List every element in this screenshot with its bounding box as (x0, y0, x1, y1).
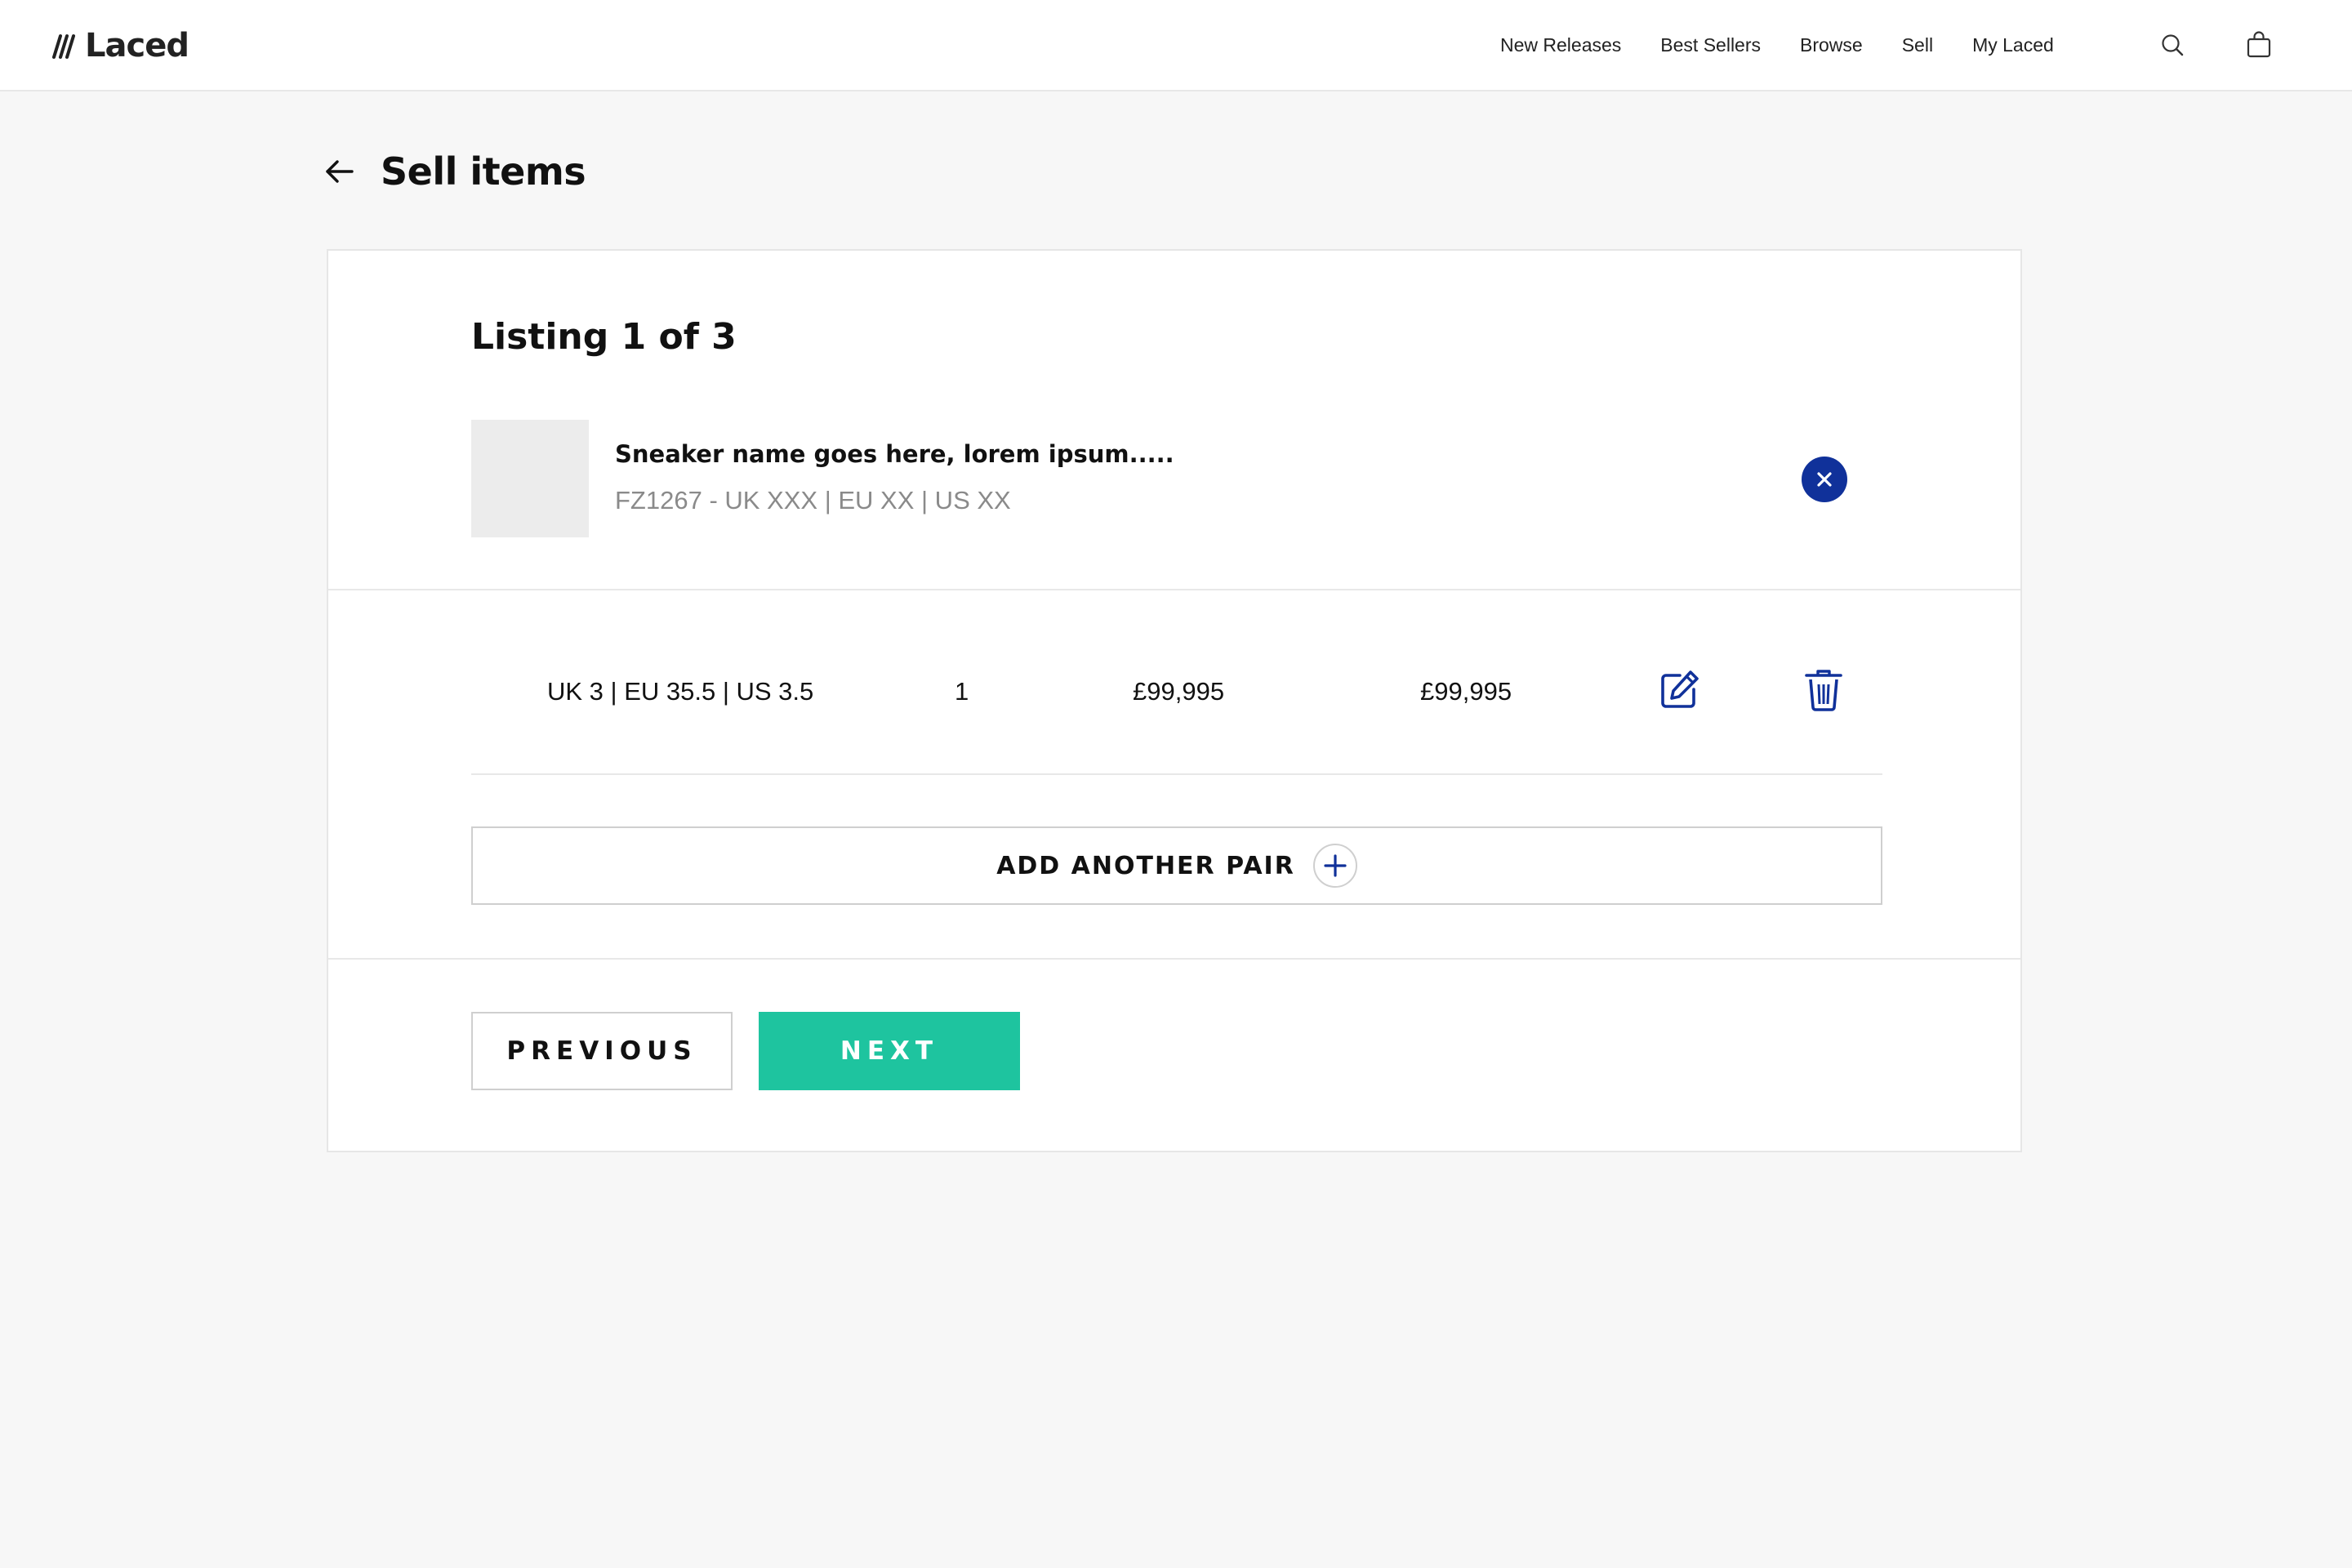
pair-quantity: 1 (955, 677, 969, 706)
divider (328, 589, 2020, 590)
product-name: Sneaker name goes here, lorem ipsum..... (615, 440, 1174, 468)
product-image (471, 420, 589, 537)
trash-icon[interactable] (1801, 667, 1846, 713)
nav-item-best-sellers[interactable]: Best Sellers (1660, 34, 1761, 56)
product-meta: FZ1267 - UK XXX | EU XX | US XX (615, 486, 1011, 514)
arrow-left-icon[interactable] (323, 155, 356, 188)
logo-text: Laced (85, 27, 189, 65)
divider (471, 773, 1882, 775)
add-another-pair-button[interactable]: ADD ANOTHER PAIR (471, 826, 1882, 905)
logo-mark-icon (52, 34, 75, 59)
pair-size: UK 3 | EU 35.5 | US 3.5 (547, 677, 814, 706)
page-title: Sell items (381, 149, 586, 194)
nav-item-my-laced[interactable]: My Laced (1972, 34, 2054, 56)
site-header: Laced New Releases Best Sellers Browse S… (0, 0, 2352, 91)
listing-card: Listing 1 of 3 Sneaker name goes here, l… (327, 249, 2022, 1152)
close-icon (1817, 472, 1832, 487)
remove-listing-button[interactable] (1802, 457, 1847, 502)
edit-icon[interactable] (1656, 667, 1702, 713)
previous-button[interactable]: PREVIOUS (471, 1012, 733, 1090)
shopping-bag-icon[interactable] (2243, 29, 2275, 61)
nav-item-sell[interactable]: Sell (1902, 34, 1933, 56)
main-nav: New Releases Best Sellers Browse Sell My… (1500, 0, 2054, 90)
plus-icon (1312, 844, 1357, 888)
add-another-pair-label: ADD ANOTHER PAIR (996, 851, 1295, 880)
next-button[interactable]: NEXT (759, 1012, 1020, 1090)
divider (328, 958, 2020, 960)
pair-total: £99,995 (1420, 677, 1512, 706)
search-icon[interactable] (2156, 29, 2189, 61)
laced-logo[interactable]: Laced (51, 23, 189, 69)
pair-price: £99,995 (1133, 677, 1225, 706)
nav-item-new-releases[interactable]: New Releases (1500, 34, 1621, 56)
nav-item-browse[interactable]: Browse (1800, 34, 1863, 56)
listing-heading: Listing 1 of 3 (471, 316, 737, 358)
pair-row: UK 3 | EU 35.5 | US 3.5 1 £99,995 £99,99… (328, 667, 2020, 716)
page-title-row: Sell items (323, 145, 586, 198)
